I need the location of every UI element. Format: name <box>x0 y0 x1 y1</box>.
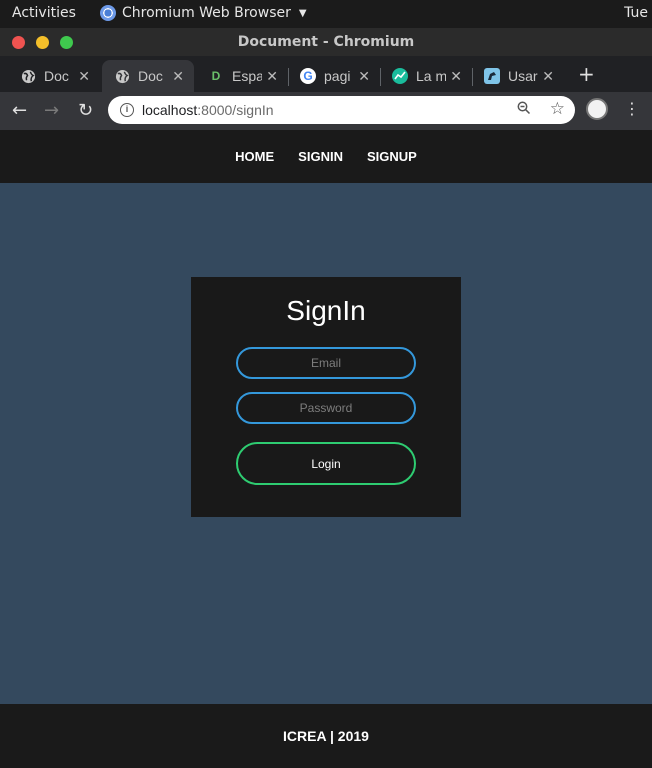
tab-title: La m <box>416 68 447 84</box>
zoom-icon[interactable] <box>517 101 531 118</box>
address-bar[interactable]: i localhost:8000/signIn ☆ <box>108 96 575 124</box>
d-logo-icon: D <box>211 69 221 83</box>
app-name: Chromium Web Browser <box>122 5 291 21</box>
tab-3[interactable]: D Espa ✕ <box>196 60 288 92</box>
menu-kebab-icon[interactable]: ⋮ <box>624 99 640 118</box>
globe-icon <box>20 68 36 84</box>
tab-2[interactable]: Doc ✕ <box>102 60 194 92</box>
url-host: localhost <box>142 102 198 118</box>
login-button[interactable]: Login <box>236 442 416 485</box>
tab-close-icon[interactable]: ✕ <box>172 68 184 85</box>
window-minimize-button[interactable] <box>36 36 49 49</box>
tab-title: Espa <box>232 68 263 84</box>
bookmark-star-icon[interactable]: ☆ <box>550 99 565 119</box>
clock[interactable]: Tue <box>624 5 648 21</box>
password-field[interactable] <box>236 392 416 424</box>
nav-signup-link[interactable]: SIGNUP <box>367 149 417 164</box>
tab-5[interactable]: La m ✕ <box>380 60 472 92</box>
tab-6[interactable]: Usar ✕ <box>472 60 564 92</box>
nav-signin-link[interactable]: SIGNIN <box>298 149 343 164</box>
site-nav: HOME SIGNIN SIGNUP <box>0 130 652 183</box>
login-title: SignIn <box>286 295 366 326</box>
tab-4[interactable]: G pagi ✕ <box>288 60 380 92</box>
login-panel: SignIn Login <box>191 277 461 517</box>
tab-close-icon[interactable]: ✕ <box>450 68 462 85</box>
tab-1[interactable]: Doc ✕ <box>8 60 100 92</box>
activities-button[interactable]: Activities <box>12 5 76 21</box>
os-top-bar: Activities Chromium Web Browser ▼ Tue <box>0 0 652 28</box>
window-title-bar: Document - Chromium <box>0 28 652 56</box>
caret-down-icon: ▼ <box>298 7 307 19</box>
window-close-button[interactable] <box>12 36 25 49</box>
footer-text: ICREA | 2019 <box>283 728 369 744</box>
url-path: :8000/signIn <box>197 102 274 118</box>
chart-icon <box>392 68 408 84</box>
profile-avatar-icon[interactable] <box>586 98 608 120</box>
google-icon: G <box>300 68 316 84</box>
nav-home-link[interactable]: HOME <box>235 149 274 164</box>
chromium-icon <box>100 5 116 21</box>
new-tab-icon[interactable]: + <box>578 62 595 86</box>
tab-title: pagi <box>324 68 351 84</box>
forward-arrow-icon[interactable]: → <box>44 100 59 121</box>
tab-close-icon[interactable]: ✕ <box>266 68 278 85</box>
email-field[interactable] <box>236 347 416 379</box>
bird-icon <box>484 68 500 84</box>
info-icon[interactable]: i <box>120 103 134 117</box>
tab-close-icon[interactable]: ✕ <box>78 68 90 85</box>
tab-title: Doc <box>44 68 69 84</box>
globe-icon <box>114 68 130 84</box>
site-footer: ICREA | 2019 <box>0 704 652 768</box>
window-title: Document - Chromium <box>237 34 415 50</box>
tab-title: Doc <box>138 68 163 84</box>
tab-close-icon[interactable]: ✕ <box>542 68 554 85</box>
app-menu[interactable]: Chromium Web Browser ▼ <box>100 5 307 21</box>
tab-title: Usar <box>508 68 538 84</box>
window-maximize-button[interactable] <box>60 36 73 49</box>
tab-strip: Doc ✕ Doc ✕ D Espa ✕ G pagi ✕ La m ✕ Usa… <box>0 56 652 92</box>
back-arrow-icon[interactable]: ← <box>12 100 27 121</box>
browser-toolbar: ← → ↻ i localhost:8000/signIn ☆ ⋮ <box>0 92 652 130</box>
reload-icon[interactable]: ↻ <box>78 100 93 121</box>
tab-close-icon[interactable]: ✕ <box>358 68 370 85</box>
